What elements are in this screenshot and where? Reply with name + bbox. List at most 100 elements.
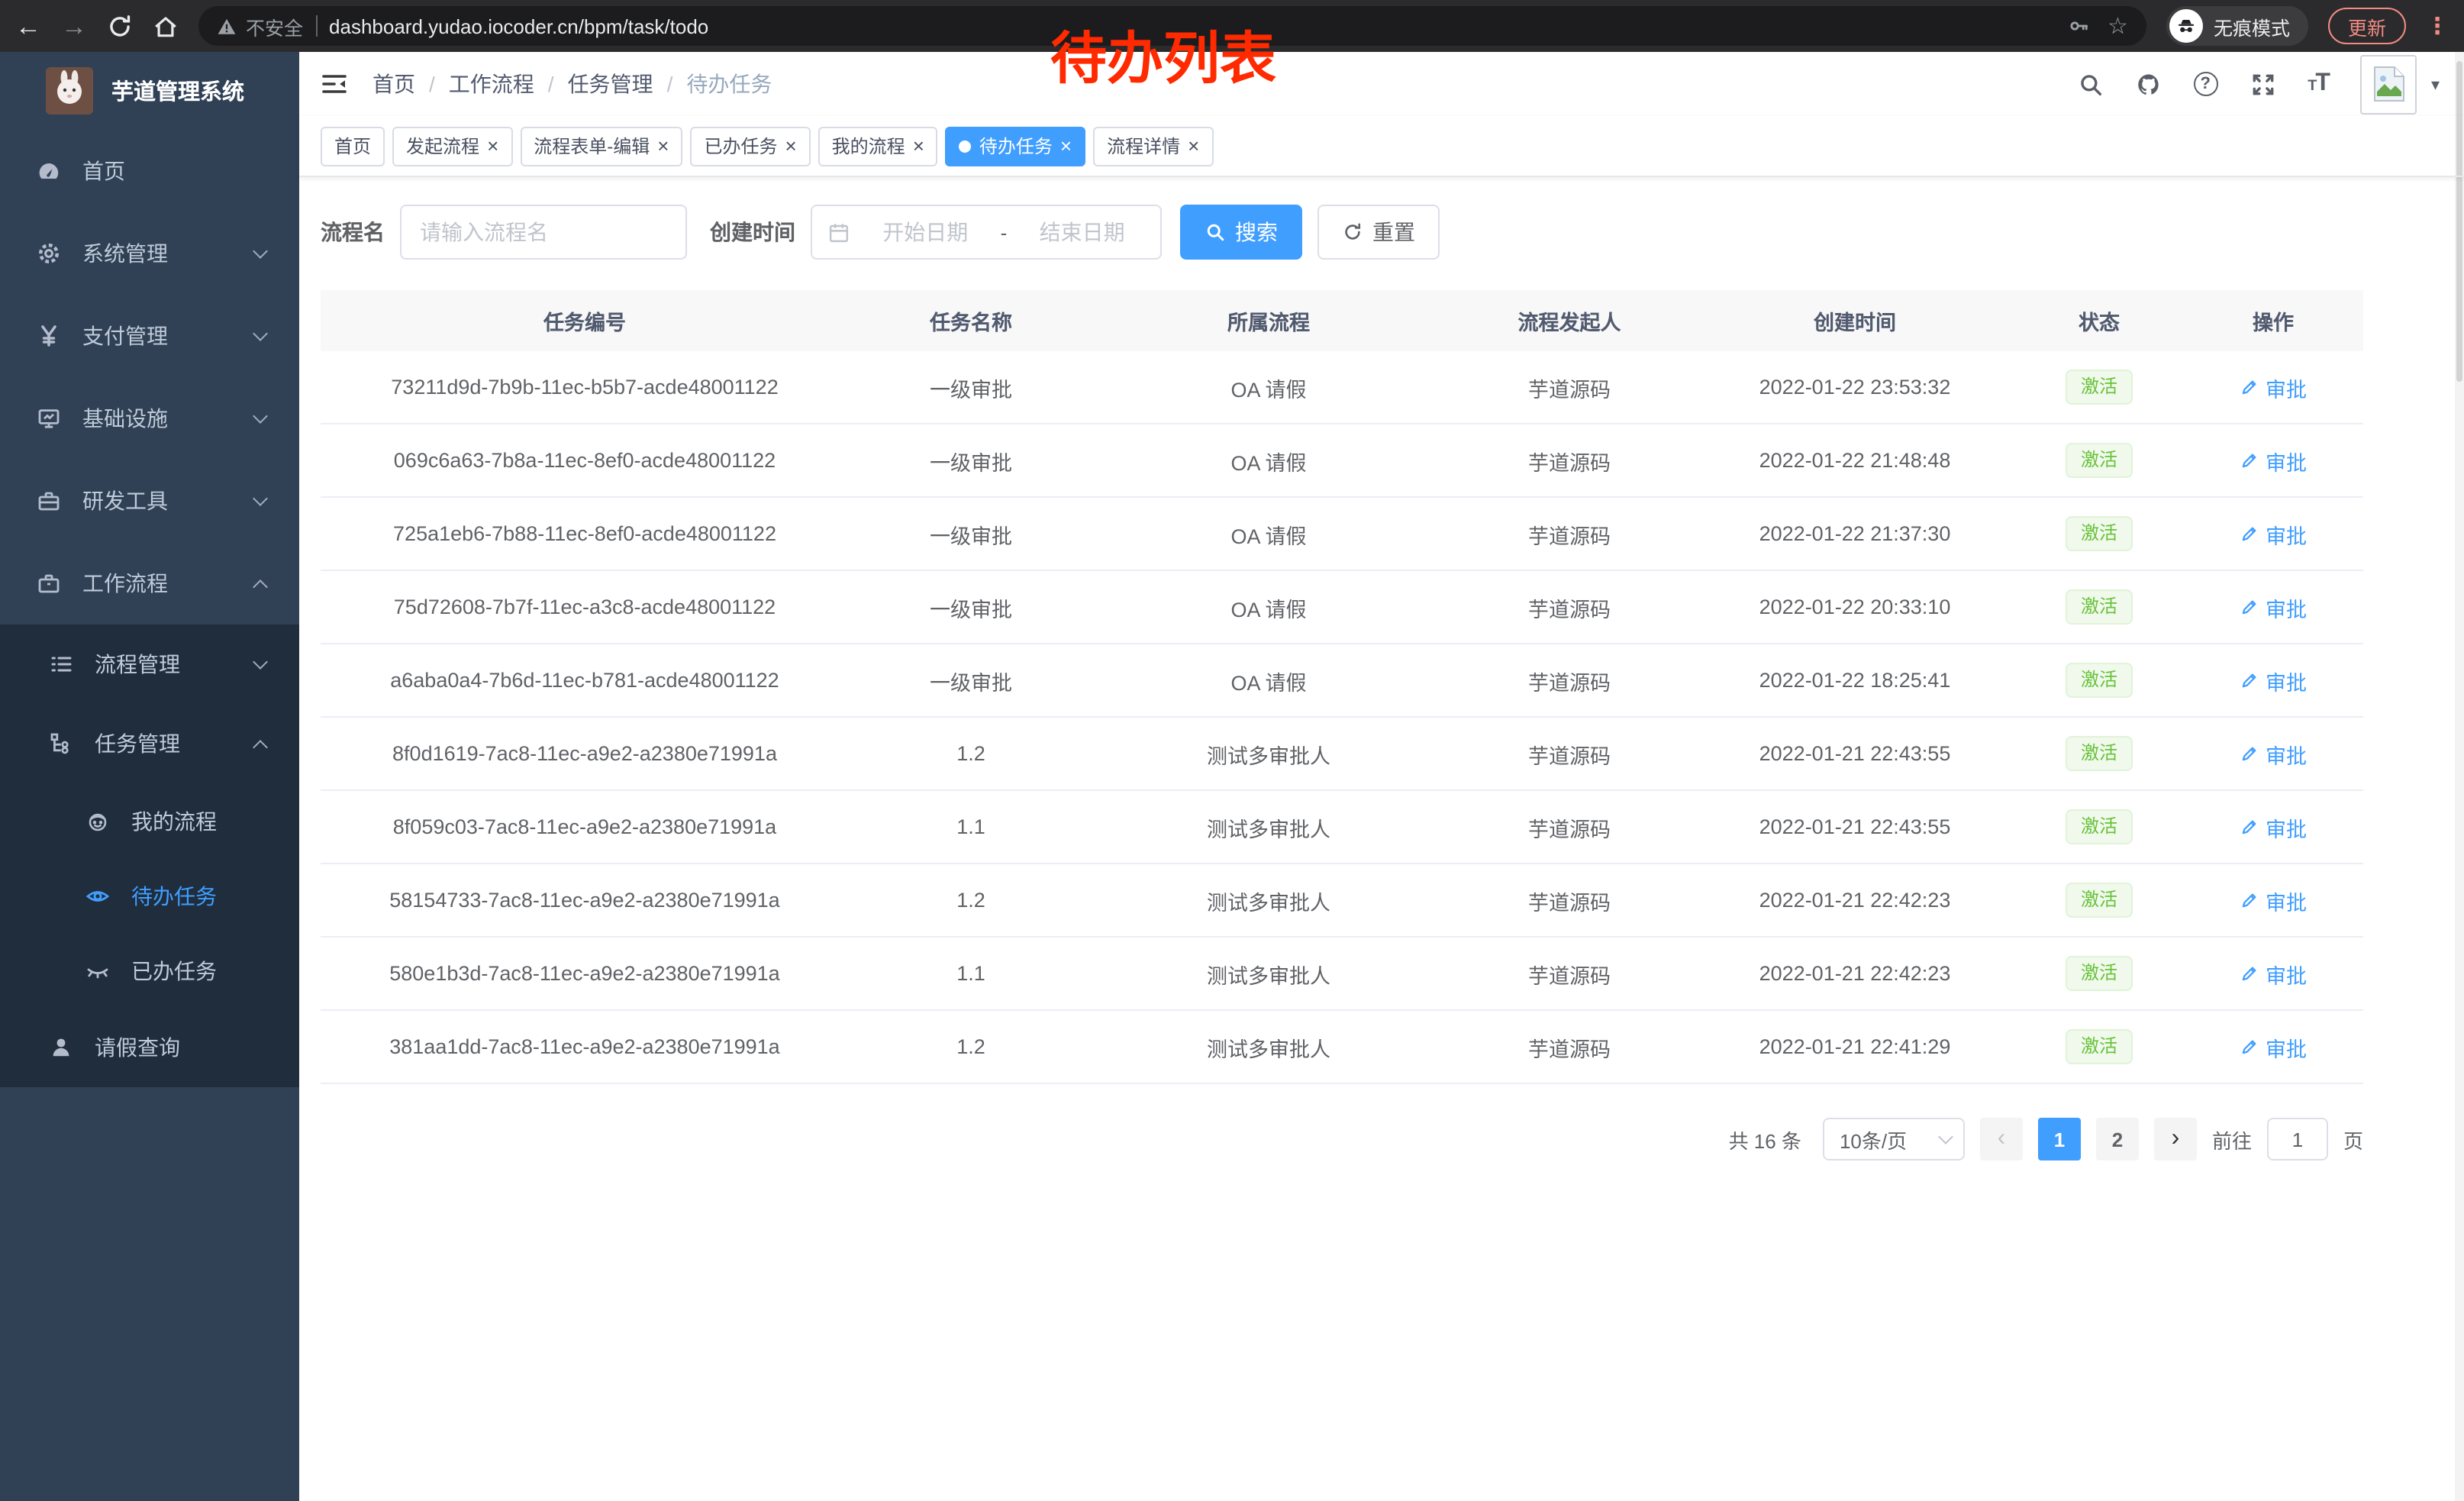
- tab-todo-tasks[interactable]: 待办任务 ×: [946, 126, 1085, 166]
- not-secure-warning[interactable]: 不安全: [217, 11, 303, 40]
- browser-reload-icon[interactable]: [107, 13, 133, 39]
- pencil-icon: [2240, 377, 2259, 397]
- tag-tabs-bar: 首页 发起流程 × 流程表单-编辑 × 已办任务 × 我的流程 ×: [299, 116, 2464, 177]
- sidebar-collapse-icon[interactable]: [321, 70, 348, 98]
- approve-link[interactable]: 审批: [2240, 518, 2307, 549]
- cell-created: 2022-01-21 22:42:23: [1695, 889, 2015, 912]
- approve-link[interactable]: 审批: [2240, 1031, 2307, 1062]
- approve-link[interactable]: 审批: [2240, 738, 2307, 769]
- app-title: 芋道管理系统: [111, 75, 244, 107]
- tab-done-tasks[interactable]: 已办任务 ×: [690, 126, 810, 166]
- status-badge: 激活: [2066, 663, 2133, 697]
- page-button-1[interactable]: 1: [2038, 1118, 2081, 1160]
- process-name-input[interactable]: [400, 205, 687, 260]
- table-row: 069c6a63-7b8a-11ec-8ef0-acde48001122 一级审…: [321, 424, 2363, 498]
- cell-process: OA 请假: [1093, 592, 1444, 622]
- search-button[interactable]: 搜索: [1180, 205, 1302, 260]
- approve-link[interactable]: 审批: [2240, 372, 2307, 402]
- breadcrumb-home[interactable]: 首页: [373, 69, 415, 99]
- close-icon[interactable]: ×: [785, 136, 796, 156]
- sidebar-logo-row[interactable]: 芋道管理系统: [0, 52, 299, 130]
- pencil-icon: [2240, 817, 2259, 837]
- bookmark-star-icon[interactable]: ☆: [2108, 15, 2128, 37]
- browser-home-icon[interactable]: [153, 13, 179, 39]
- help-icon[interactable]: ?: [2193, 72, 2217, 96]
- sidebar-item-payment[interactable]: 支付管理: [0, 295, 299, 377]
- cell-actions: 审批: [2183, 518, 2363, 549]
- cell-starter: 芋道源码: [1444, 958, 1695, 989]
- fullscreen-icon[interactable]: [2250, 71, 2275, 97]
- tab-my-process[interactable]: 我的流程 ×: [818, 126, 938, 166]
- col-actions: 操作: [2183, 305, 2363, 336]
- tab-home[interactable]: 首页: [321, 126, 385, 166]
- tab-start-process[interactable]: 发起流程 ×: [392, 126, 512, 166]
- cell-task-name: 1.2: [849, 1035, 1093, 1058]
- next-page-button[interactable]: ›: [2154, 1118, 2197, 1160]
- sidebar-item-workflow[interactable]: 工作流程: [0, 542, 299, 625]
- address-bar[interactable]: 不安全 dashboard.yudao.iocoder.cn/bpm/task/…: [198, 6, 2146, 46]
- app-logo: [46, 67, 93, 115]
- sidebar-item-infrastructure[interactable]: 基础设施: [0, 377, 299, 460]
- breadcrumb-workflow[interactable]: 工作流程: [449, 69, 534, 99]
- approve-link[interactable]: 审批: [2240, 958, 2307, 989]
- approve-link[interactable]: 审批: [2240, 885, 2307, 915]
- close-icon[interactable]: ×: [1060, 136, 1072, 156]
- prev-page-button[interactable]: ‹: [1980, 1118, 2023, 1160]
- goto-page-input[interactable]: [2267, 1118, 2328, 1160]
- scrollbar-thumb[interactable]: [2456, 61, 2462, 382]
- cell-starter: 芋道源码: [1444, 1031, 1695, 1062]
- sidebar-item-process-management[interactable]: 流程管理: [0, 625, 299, 704]
- end-date-placeholder: 结束日期: [1019, 217, 1145, 247]
- github-icon[interactable]: [2135, 71, 2161, 97]
- chevron-up-icon: [253, 740, 268, 755]
- cell-actions: 审批: [2183, 445, 2363, 476]
- approve-link[interactable]: 审批: [2240, 665, 2307, 696]
- browser-menu-icon[interactable]: ⋮: [2426, 12, 2449, 40]
- reset-button[interactable]: 重置: [1317, 205, 1440, 260]
- broken-image-icon: [2372, 66, 2406, 102]
- chrome-update-button[interactable]: 更新: [2328, 8, 2406, 44]
- date-range-picker[interactable]: 开始日期 - 结束日期: [811, 205, 1162, 260]
- close-icon[interactable]: ×: [913, 136, 924, 156]
- browser-forward-icon[interactable]: →: [61, 13, 87, 39]
- page-button-2[interactable]: 2: [2096, 1118, 2139, 1160]
- approve-link[interactable]: 审批: [2240, 592, 2307, 622]
- close-icon[interactable]: ×: [1188, 136, 1199, 156]
- sidebar-item-system[interactable]: 系统管理: [0, 212, 299, 295]
- flow-tree-icon: [49, 731, 73, 756]
- pencil-icon: [2240, 964, 2259, 983]
- avatar[interactable]: [2361, 54, 2417, 114]
- process-name-label: 流程名: [321, 217, 385, 247]
- cell-task-id: 580e1b3d-7ac8-11ec-a9e2-a2380e71991a: [321, 962, 849, 985]
- sidebar-item-done-tasks[interactable]: 已办任务: [0, 933, 299, 1008]
- tab-process-detail[interactable]: 流程详情 ×: [1093, 126, 1213, 166]
- avatar-caret-icon[interactable]: ▾: [2431, 74, 2440, 94]
- key-icon[interactable]: [2068, 15, 2089, 37]
- sidebar-item-home[interactable]: 首页: [0, 130, 299, 212]
- chevron-down-icon: [1938, 1129, 1953, 1144]
- sidebar-item-my-process[interactable]: 我的流程: [0, 783, 299, 858]
- sidebar-item-dev-tools[interactable]: 研发工具: [0, 460, 299, 542]
- approve-link[interactable]: 审批: [2240, 445, 2307, 476]
- search-icon[interactable]: [2077, 71, 2103, 97]
- sidebar-item-task-management[interactable]: 任务管理: [0, 704, 299, 783]
- approve-link[interactable]: 审批: [2240, 812, 2307, 842]
- url-text[interactable]: dashboard.yudao.iocoder.cn/bpm/task/todo: [329, 15, 2056, 37]
- close-icon[interactable]: ×: [487, 136, 498, 156]
- sidebar-item-leave-query[interactable]: 请假查询: [0, 1008, 299, 1087]
- breadcrumb: 首页 / 工作流程 / 任务管理 / 待办任务: [373, 69, 772, 99]
- pencil-icon: [2240, 524, 2259, 544]
- browser-back-icon[interactable]: ←: [15, 13, 41, 39]
- sidebar-item-todo-tasks[interactable]: 待办任务: [0, 858, 299, 933]
- cell-actions: 审批: [2183, 885, 2363, 915]
- scrollbar[interactable]: [2455, 52, 2464, 1501]
- tab-process-form-edit[interactable]: 流程表单-编辑 ×: [520, 126, 682, 166]
- table-row: a6aba0a4-7b6d-11ec-b781-acde48001122 一级审…: [321, 644, 2363, 718]
- refresh-icon: [1342, 221, 1363, 243]
- breadcrumb-task-management[interactable]: 任务管理: [568, 69, 653, 99]
- cell-task-id: 8f059c03-7ac8-11ec-a9e2-a2380e71991a: [321, 815, 849, 838]
- page-size-select[interactable]: 10条/页: [1823, 1118, 1965, 1160]
- cell-starter: 芋道源码: [1444, 372, 1695, 402]
- font-size-icon[interactable]: TT: [2308, 70, 2329, 98]
- close-icon[interactable]: ×: [657, 136, 669, 156]
